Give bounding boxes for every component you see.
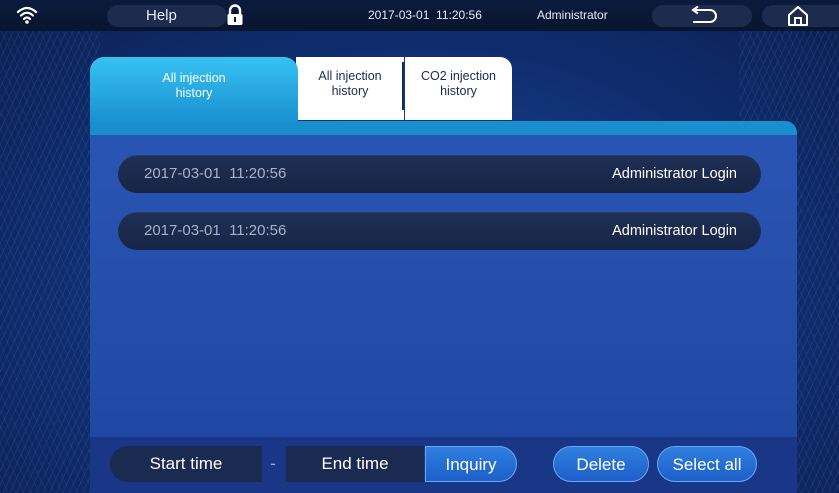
log-time: 2017-03-01 11:20:56 [144, 165, 287, 182]
tab-all-injection-history-active[interactable]: All injection history [90, 57, 298, 123]
time-range-separator: - [270, 454, 276, 473]
log-time: 2017-03-01 11:20:56 [144, 222, 287, 239]
select-all-button[interactable]: Select all [657, 446, 757, 482]
tab-label-line2: history [331, 84, 369, 98]
delete-button[interactable]: Delete [553, 446, 649, 482]
current-user: Administrator [537, 8, 608, 22]
log-row[interactable]: 2017-03-01 11:20:56 Administrator Login [118, 155, 761, 193]
log-row[interactable]: 2017-03-01 11:20:56 Administrator Login [118, 212, 761, 250]
tab-co2-injection-history[interactable]: CO2 injection history [404, 57, 512, 120]
app-window: Help 2017-03-01 11:20:56 Administrator A… [0, 0, 839, 493]
panel-header-strip [90, 121, 797, 135]
tab-label-line2: history [175, 86, 213, 100]
inquiry-button[interactable]: Inquiry [425, 446, 517, 482]
help-label[interactable]: Help [146, 0, 177, 31]
tab-label-line1: CO2 injection [420, 69, 497, 83]
home-icon[interactable] [786, 4, 810, 28]
tab-label-line1: All injection [318, 69, 382, 83]
end-time-field[interactable]: End time [286, 446, 424, 482]
datetime-display: 2017-03-01 11:20:56 [368, 8, 482, 22]
tab-label-line1: All injection [162, 71, 226, 85]
back-icon[interactable] [688, 6, 718, 26]
wifi-icon[interactable] [16, 5, 38, 25]
log-event: Administrator Login [612, 166, 737, 182]
tab-label-line2: history [440, 84, 477, 98]
decorative-wave-left [0, 30, 100, 493]
top-bar: Help 2017-03-01 11:20:56 Administrator [0, 0, 839, 31]
start-time-field[interactable]: Start time [110, 446, 262, 482]
log-event: Administrator Login [612, 223, 737, 239]
lock-icon[interactable] [226, 4, 244, 26]
tab-all-injection-history[interactable]: All injection history [298, 57, 402, 120]
